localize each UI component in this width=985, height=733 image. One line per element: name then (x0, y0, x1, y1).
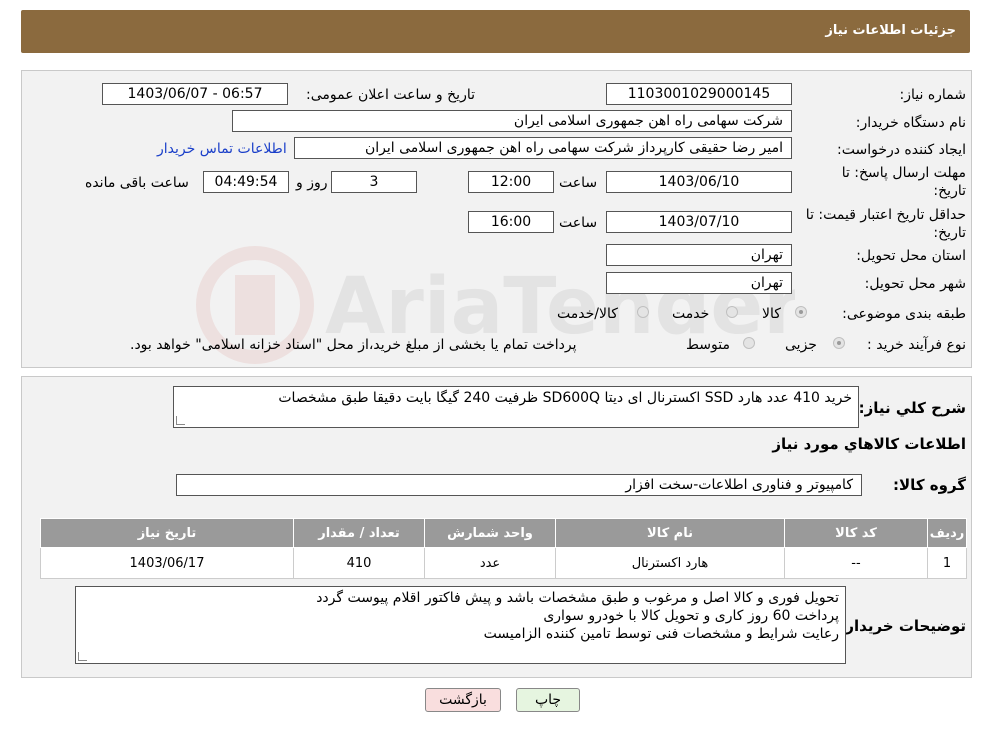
table-row: 1 -- هارد اکسترنال عدد 410 1403/06/17 (40, 547, 967, 579)
buyer-notes-label: توضیحات خریدار: (839, 617, 966, 635)
need-number-label: شماره نیاز: (899, 87, 967, 103)
purchase-option-small: جزیی (785, 337, 817, 353)
cell-qty: 410 (293, 547, 425, 579)
purchase-note: پرداخت تمام یا بخشی از مبلغ خرید،از محل … (130, 337, 577, 353)
category-radio-service[interactable] (726, 306, 738, 318)
cell-date: 1403/06/17 (40, 547, 294, 579)
reply-time-label: ساعت (559, 175, 598, 191)
col-unit: واحد شمارش (424, 518, 556, 548)
price-date-field: 1403/07/10 (606, 211, 792, 233)
col-code: کد کالا (784, 518, 928, 548)
page-header: جزئیات اطلاعات نیاز (21, 10, 970, 53)
buyer-notes-field: تحویل فوری و کالا اصل و مرغوب و طبق مشخص… (75, 586, 846, 664)
city-field: تهران (606, 272, 792, 294)
price-validity-label: حداقل تاریخ اعتبار قیمت: تا (805, 207, 966, 223)
category-option-service: خدمت (672, 306, 710, 322)
col-qty: تعداد / مقدار (293, 518, 425, 548)
announce-label: تاریخ و ساعت اعلان عمومی: (306, 87, 475, 103)
category-label: طبقه بندی موضوعی: (842, 306, 966, 322)
buyer-note-line: تحویل فوری و کالا اصل و مرغوب و طبق مشخص… (316, 590, 839, 606)
col-date: تاریخ نیاز (40, 518, 294, 548)
purchase-option-medium: متوسط (686, 337, 730, 353)
goods-table: ردیف کد کالا نام کالا واحد شمارش تعداد /… (40, 518, 967, 579)
category-radio-goods-service[interactable] (637, 306, 649, 318)
province-field: تهران (606, 244, 792, 266)
resize-handle-icon[interactable] (78, 652, 87, 661)
purchase-radio-medium[interactable] (743, 337, 755, 349)
category-radio-goods[interactable] (795, 306, 807, 318)
price-validity-label-date: تاریخ: (933, 225, 966, 241)
days-label: روز و (296, 175, 328, 191)
goods-group-label: گروه کالا: (893, 476, 966, 494)
goods-section-title: اطلاعات کالاهاي مورد نياز (772, 435, 966, 453)
announce-field: 1403/06/07 - 06:57 (102, 83, 288, 105)
creator-label: ایجاد کننده درخواست: (837, 142, 966, 158)
price-time-field: 16:00 (468, 211, 554, 233)
reply-deadline-label: مهلت ارسال پاسخ: تا (841, 165, 966, 181)
description-text: خرید 410 عدد هارد SSD اکسترنال ای دیتا S… (278, 390, 852, 406)
back-button[interactable]: بازگشت (425, 688, 501, 712)
remaining-label: ساعت باقی مانده (85, 175, 189, 191)
buyer-org-label: نام دستگاه خریدار: (855, 115, 966, 131)
print-button[interactable]: چاپ (516, 688, 580, 712)
cell-code: -- (784, 547, 928, 579)
reply-date-field: 1403/06/10 (606, 171, 792, 193)
col-row: ردیف (927, 518, 967, 548)
cell-unit: عدد (424, 547, 556, 579)
buyer-org-field: شرکت سهامی راه اهن جمهوری اسلامی ایران (232, 110, 792, 132)
page-title: جزئیات اطلاعات نیاز (825, 23, 956, 38)
need-number-field: 1103001029000145 (606, 83, 792, 105)
purchase-radio-small[interactable] (833, 337, 845, 349)
buyer-note-line: پرداخت 60 روز کاری و تحویل کالا با خودرو… (543, 608, 839, 624)
buyer-contact-link[interactable]: اطلاعات تماس خریدار (157, 141, 287, 157)
description-label: شرح کلي نياز: (858, 399, 966, 417)
remaining-time-field: 04:49:54 (203, 171, 289, 193)
purchase-type-label: نوع فرآیند خرید : (867, 337, 966, 353)
cell-row: 1 (927, 547, 967, 579)
category-option-goods-service: کالا/خدمت (557, 306, 618, 322)
price-time-label: ساعت (559, 215, 598, 231)
province-label: استان محل تحویل: (856, 248, 966, 264)
days-field: 3 (331, 171, 417, 193)
reply-deadline-label-date: تاریخ: (933, 183, 966, 199)
description-field: خرید 410 عدد هارد SSD اکسترنال ای دیتا S… (173, 386, 859, 428)
reply-time-field: 12:00 (468, 171, 554, 193)
category-option-goods: کالا (762, 306, 781, 322)
col-name: نام کالا (555, 518, 785, 548)
buyer-note-line: رعایت شرایط و مشخصات فنی توسط تامین کنند… (483, 626, 839, 642)
creator-field: امیر رضا حقیقی کارپرداز شرکت سهامی راه ا… (294, 137, 792, 159)
cell-name: هارد اکسترنال (555, 547, 785, 579)
goods-table-header: ردیف کد کالا نام کالا واحد شمارش تعداد /… (40, 518, 967, 548)
goods-group-field: کامپیوتر و فناوری اطلاعات-سخت افزار (176, 474, 862, 496)
resize-handle-icon[interactable] (176, 416, 185, 425)
city-label: شهر محل تحویل: (864, 276, 966, 292)
